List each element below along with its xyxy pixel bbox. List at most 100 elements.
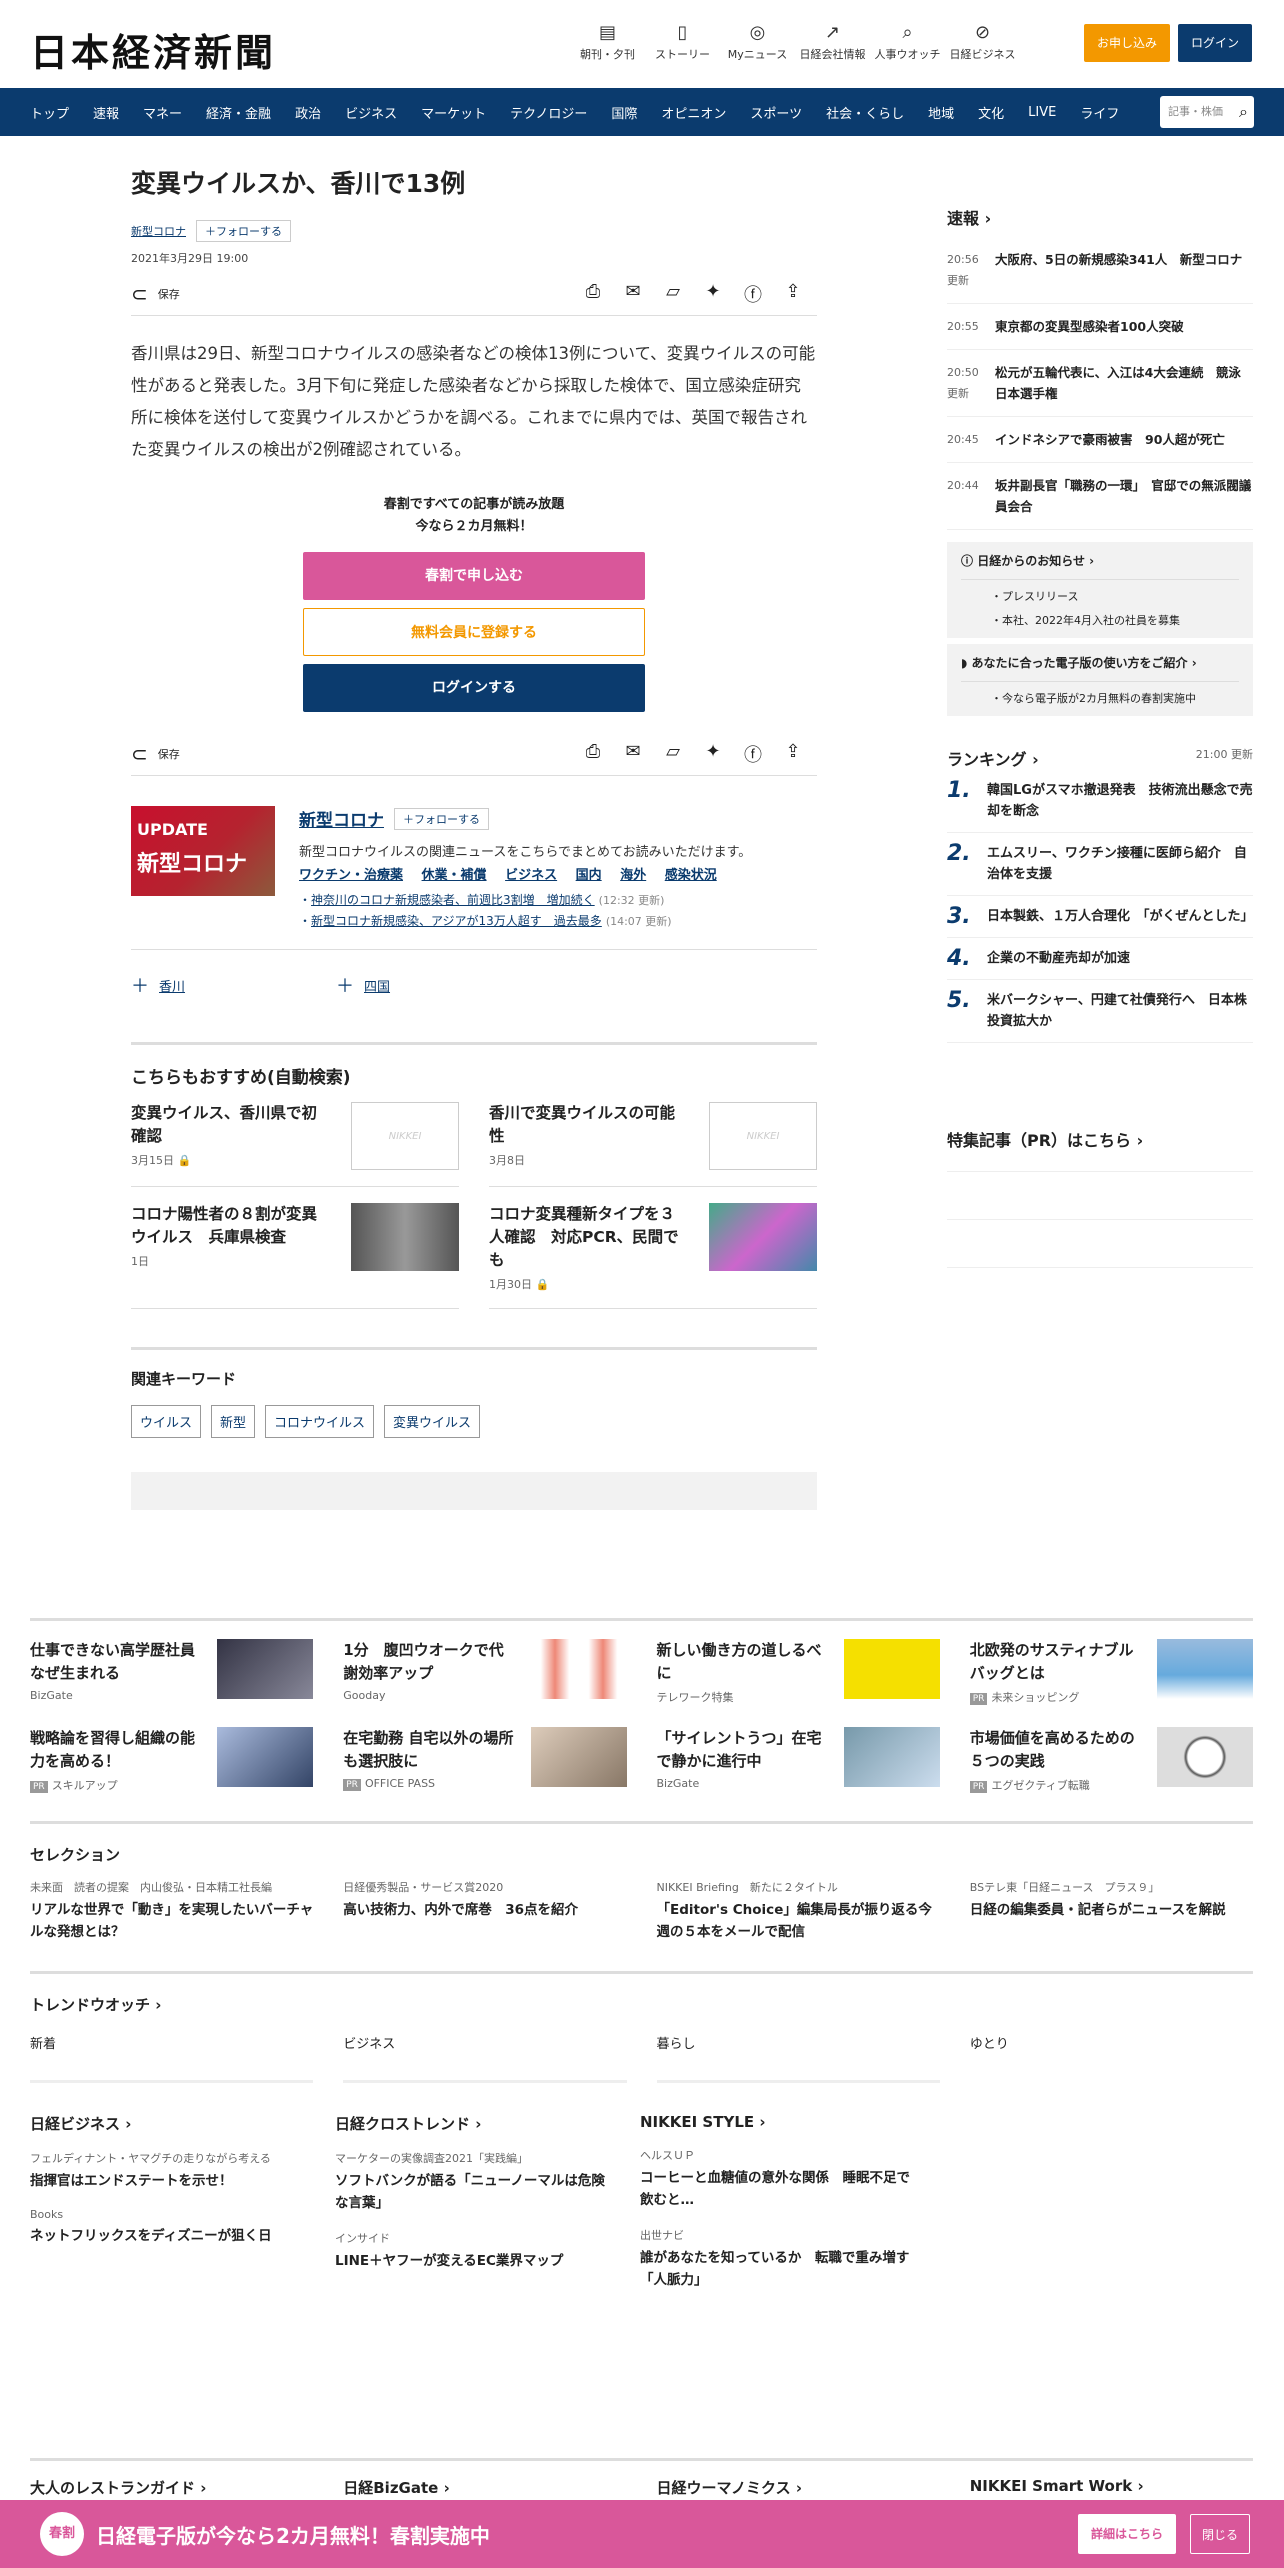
nav-item[interactable]: 速報 xyxy=(81,103,131,122)
trend-watch-title[interactable]: トレンドウオッチ › xyxy=(30,1994,1253,2015)
mail-icon[interactable]: ✉ xyxy=(613,741,653,767)
spring-subscribe-button[interactable]: 春割で申し込む xyxy=(303,552,645,600)
mail-icon[interactable]: ✉ xyxy=(613,281,653,307)
ranking-item[interactable]: 5. 米バークシャー、円建て社債発行へ 日本株投資拡大か xyxy=(947,980,1253,1043)
ad-item[interactable]: 新しい働き方の道しるべに テレワーク特集 xyxy=(657,1639,940,1705)
recommend-item[interactable]: コロナ陽性者の８割が変異ウイルス 兵庫県検査 1日 xyxy=(131,1199,459,1309)
site-logo[interactable]: 日本経済新聞 xyxy=(30,22,276,77)
flash-news-item[interactable]: 20:55 東京都の変異型感染者100人突破 xyxy=(947,304,1253,350)
keyword-chip[interactable]: 変異ウイルス xyxy=(384,1405,481,1438)
search-icon[interactable]: ⌕ xyxy=(1239,96,1248,128)
notice-link[interactable]: ・プレスリリース xyxy=(961,588,1239,604)
topic-link[interactable]: ワクチン・治療薬 xyxy=(299,868,403,883)
topic-link[interactable]: 国内 xyxy=(576,868,602,883)
share-icon[interactable]: ⇪ xyxy=(773,281,813,307)
trend-tab[interactable]: ビジネス xyxy=(343,2033,627,2083)
login-button[interactable]: ログイン xyxy=(1178,24,1252,62)
close-banner-button[interactable]: 閉じる xyxy=(1190,2514,1250,2554)
nav-item[interactable]: スポーツ xyxy=(738,103,814,122)
search-input[interactable]: 記事・株価 ⌕ xyxy=(1160,96,1254,128)
topic-image[interactable]: UPDATE 新型コロナ xyxy=(131,806,275,896)
selection-item[interactable]: 未来面 読者の提案 内山俊弘・日本精工社長編 リアルな世界で「動き」を実現したいバ… xyxy=(30,1879,313,1943)
area-tag[interactable]: ＋ 香川 xyxy=(131,972,336,998)
recommend-item[interactable]: 変異ウイルス、香川県で初確認 3月15日 🔒 NIKKEI xyxy=(131,1098,459,1187)
follow-button[interactable]: ＋フォローする xyxy=(196,220,291,242)
guide-title[interactable]: ◗ あなたに合った電子版の使い方をご紹介 › xyxy=(961,654,1239,682)
header-link-mynews[interactable]: ◎ Myニュース xyxy=(720,20,795,62)
header-link-company[interactable]: ↗ 日経会社情報 xyxy=(795,20,870,62)
login-article-button[interactable]: ログインする xyxy=(303,664,645,712)
trend-tab[interactable]: 暮らし xyxy=(656,2033,940,2083)
nav-item[interactable]: 経済・金融 xyxy=(194,103,283,122)
ad-item[interactable]: 1分 腹凹ウオークで代謝効率アップ Gooday xyxy=(343,1639,627,1705)
header-link-story[interactable]: ▯ ストーリー xyxy=(645,20,720,62)
save-button[interactable]: ⊂ 保存 xyxy=(131,742,180,766)
share-icon[interactable]: ⇪ xyxy=(773,741,813,767)
nav-item[interactable]: ビジネス xyxy=(333,103,409,122)
header-link-business[interactable]: ⊘ 日経ビジネス xyxy=(945,20,1020,62)
save-button[interactable]: ⊂ 保存 xyxy=(131,282,180,306)
recommend-item[interactable]: 香川で変異ウイルスの可能性 3月8日 NIKKEI xyxy=(489,1098,817,1187)
bookmark-icon[interactable]: ▱ xyxy=(653,741,693,767)
flash-news-item[interactable]: 20:56 更新 大阪府、5日の新規感染341人 新型コロナ xyxy=(947,237,1253,304)
nav-item[interactable]: マーケット xyxy=(409,103,498,122)
flash-news-item[interactable]: 20:50 更新 松元が五輪代表に、入江は4大会連続 競泳日本選手権 xyxy=(947,350,1253,417)
ad-item[interactable]: 北欧発のサスティナブルバッグとは PR 未来ショッピング xyxy=(969,1639,1253,1705)
nav-item[interactable]: テクノロジー xyxy=(498,103,599,122)
media-link[interactable]: ソフトバンクが語る「ニューノーマルは危険な言葉」 xyxy=(335,2170,610,2214)
selection-item[interactable]: BSテレ東「日経ニュース プラス９」 日経の編集委員・記者らがニュースを解説 xyxy=(970,1879,1253,1943)
nav-item[interactable]: 文化 xyxy=(966,103,1016,122)
nav-item[interactable]: 国際 xyxy=(599,103,649,122)
ad-item[interactable]: 在宅勤務 自宅以外の場所も選択肢に PR OFFICE PASS xyxy=(343,1727,627,1793)
ranking-item[interactable]: 4. 企業の不動産売却が加速 xyxy=(947,938,1253,980)
ad-item[interactable]: 戦略論を習得し組織の能力を高める！ PR スキルアップ xyxy=(30,1727,314,1793)
header-link-hr[interactable]: ⌕ 人事ウオッチ xyxy=(870,20,945,62)
keyword-chip[interactable]: ウイルス xyxy=(131,1405,202,1438)
ranking-item[interactable]: 2. エムスリー、ワクチン接種に医師ら紹介 自治体を支援 xyxy=(947,833,1253,896)
flash-news-title[interactable]: 速報 › xyxy=(947,205,1253,229)
header-link-newspaper[interactable]: ▤ 朝刊・夕刊 xyxy=(570,20,645,62)
topic-link[interactable]: 海外 xyxy=(620,868,646,883)
nav-item[interactable]: ライフ xyxy=(1068,103,1131,122)
follow-button[interactable]: ＋フォローする xyxy=(394,807,489,830)
ad-item[interactable]: 仕事できない高学歴社員なぜ生まれる BizGate xyxy=(30,1639,314,1705)
nav-item[interactable]: 地域 xyxy=(916,103,966,122)
nav-item[interactable]: オピニオン xyxy=(649,103,738,122)
topic-title-link[interactable]: 新型コロナ xyxy=(299,806,384,831)
media-link[interactable]: LINE＋ヤフーが変えるEC業界マップ xyxy=(335,2250,610,2272)
nav-item[interactable]: 社会・くらし xyxy=(814,103,916,122)
twitter-icon[interactable]: ✦ xyxy=(693,281,733,307)
media-title[interactable]: 日経クロストレンド › xyxy=(335,2113,610,2134)
print-icon[interactable]: ⎙ xyxy=(573,741,613,767)
topic-link[interactable]: ビジネス xyxy=(505,868,557,883)
nav-item[interactable]: マネー xyxy=(131,103,194,122)
media-link[interactable]: ネットフリックスをディズニーが狙く日 xyxy=(30,2225,305,2247)
facebook-icon[interactable]: ⓕ xyxy=(733,741,773,767)
nav-item[interactable]: トップ xyxy=(18,103,81,122)
topic-link[interactable]: 休業・補償 xyxy=(422,868,487,883)
pr-title[interactable]: 特集記事（PR）はこちら › xyxy=(947,1127,1253,1172)
details-button[interactable]: 詳細はこちら xyxy=(1078,2514,1176,2554)
related-link[interactable]: 新型コロナ新規感染、アジアが13万人超す 過去最多 xyxy=(311,914,602,928)
print-icon[interactable]: ⎙ xyxy=(573,281,613,307)
nav-item[interactable]: LIVE xyxy=(1016,105,1068,120)
selection-item[interactable]: NIKKEI Briefing 新たに２タイトル 「Editor's Choice… xyxy=(657,1879,940,1943)
media-link[interactable]: 指揮官はエンドステートを示せ！ xyxy=(30,2170,305,2192)
apply-button[interactable]: お申し込み xyxy=(1084,24,1170,62)
selection-item[interactable]: 日経優秀製品・サービス賞2020 高い技術力、内外で席巻 36点を紹介 xyxy=(343,1879,626,1943)
notice-title[interactable]: ⓘ 日経からのお知らせ › xyxy=(961,552,1239,580)
ranking-item[interactable]: 1. 韓国LGがスマホ撤退発表 技術流出懸念で売却を断念 xyxy=(947,770,1253,833)
media-title[interactable]: 日経ビジネス › xyxy=(30,2113,305,2134)
topic-link[interactable]: 感染状況 xyxy=(665,868,717,883)
guide-link[interactable]: ・今なら電子版が2カ月無料の春割実施中 xyxy=(961,690,1239,706)
flash-news-item[interactable]: 20:44 坂井副長官「職務の一環」 官邸での無派閥議員会合 xyxy=(947,463,1253,530)
keyword-chip[interactable]: コロナウイルス xyxy=(265,1405,375,1438)
ranking-title[interactable]: ランキング › xyxy=(947,746,1039,770)
keyword-chip[interactable]: 新型 xyxy=(211,1405,256,1438)
trend-tab[interactable]: ゆとり xyxy=(970,2033,1253,2083)
bookmark-icon[interactable]: ▱ xyxy=(653,281,693,307)
area-tag[interactable]: ＋ 四国 xyxy=(336,972,541,998)
ranking-item[interactable]: 3. 日本製鉄、１万人合理化 「がくぜんとした」 xyxy=(947,896,1254,938)
media-link[interactable]: コーヒーと血糖値の意外な関係 睡眠不足で飲むと… xyxy=(640,2167,915,2211)
ad-item[interactable]: 「サイレントうつ」在宅で静かに進行中 BizGate xyxy=(657,1727,940,1793)
